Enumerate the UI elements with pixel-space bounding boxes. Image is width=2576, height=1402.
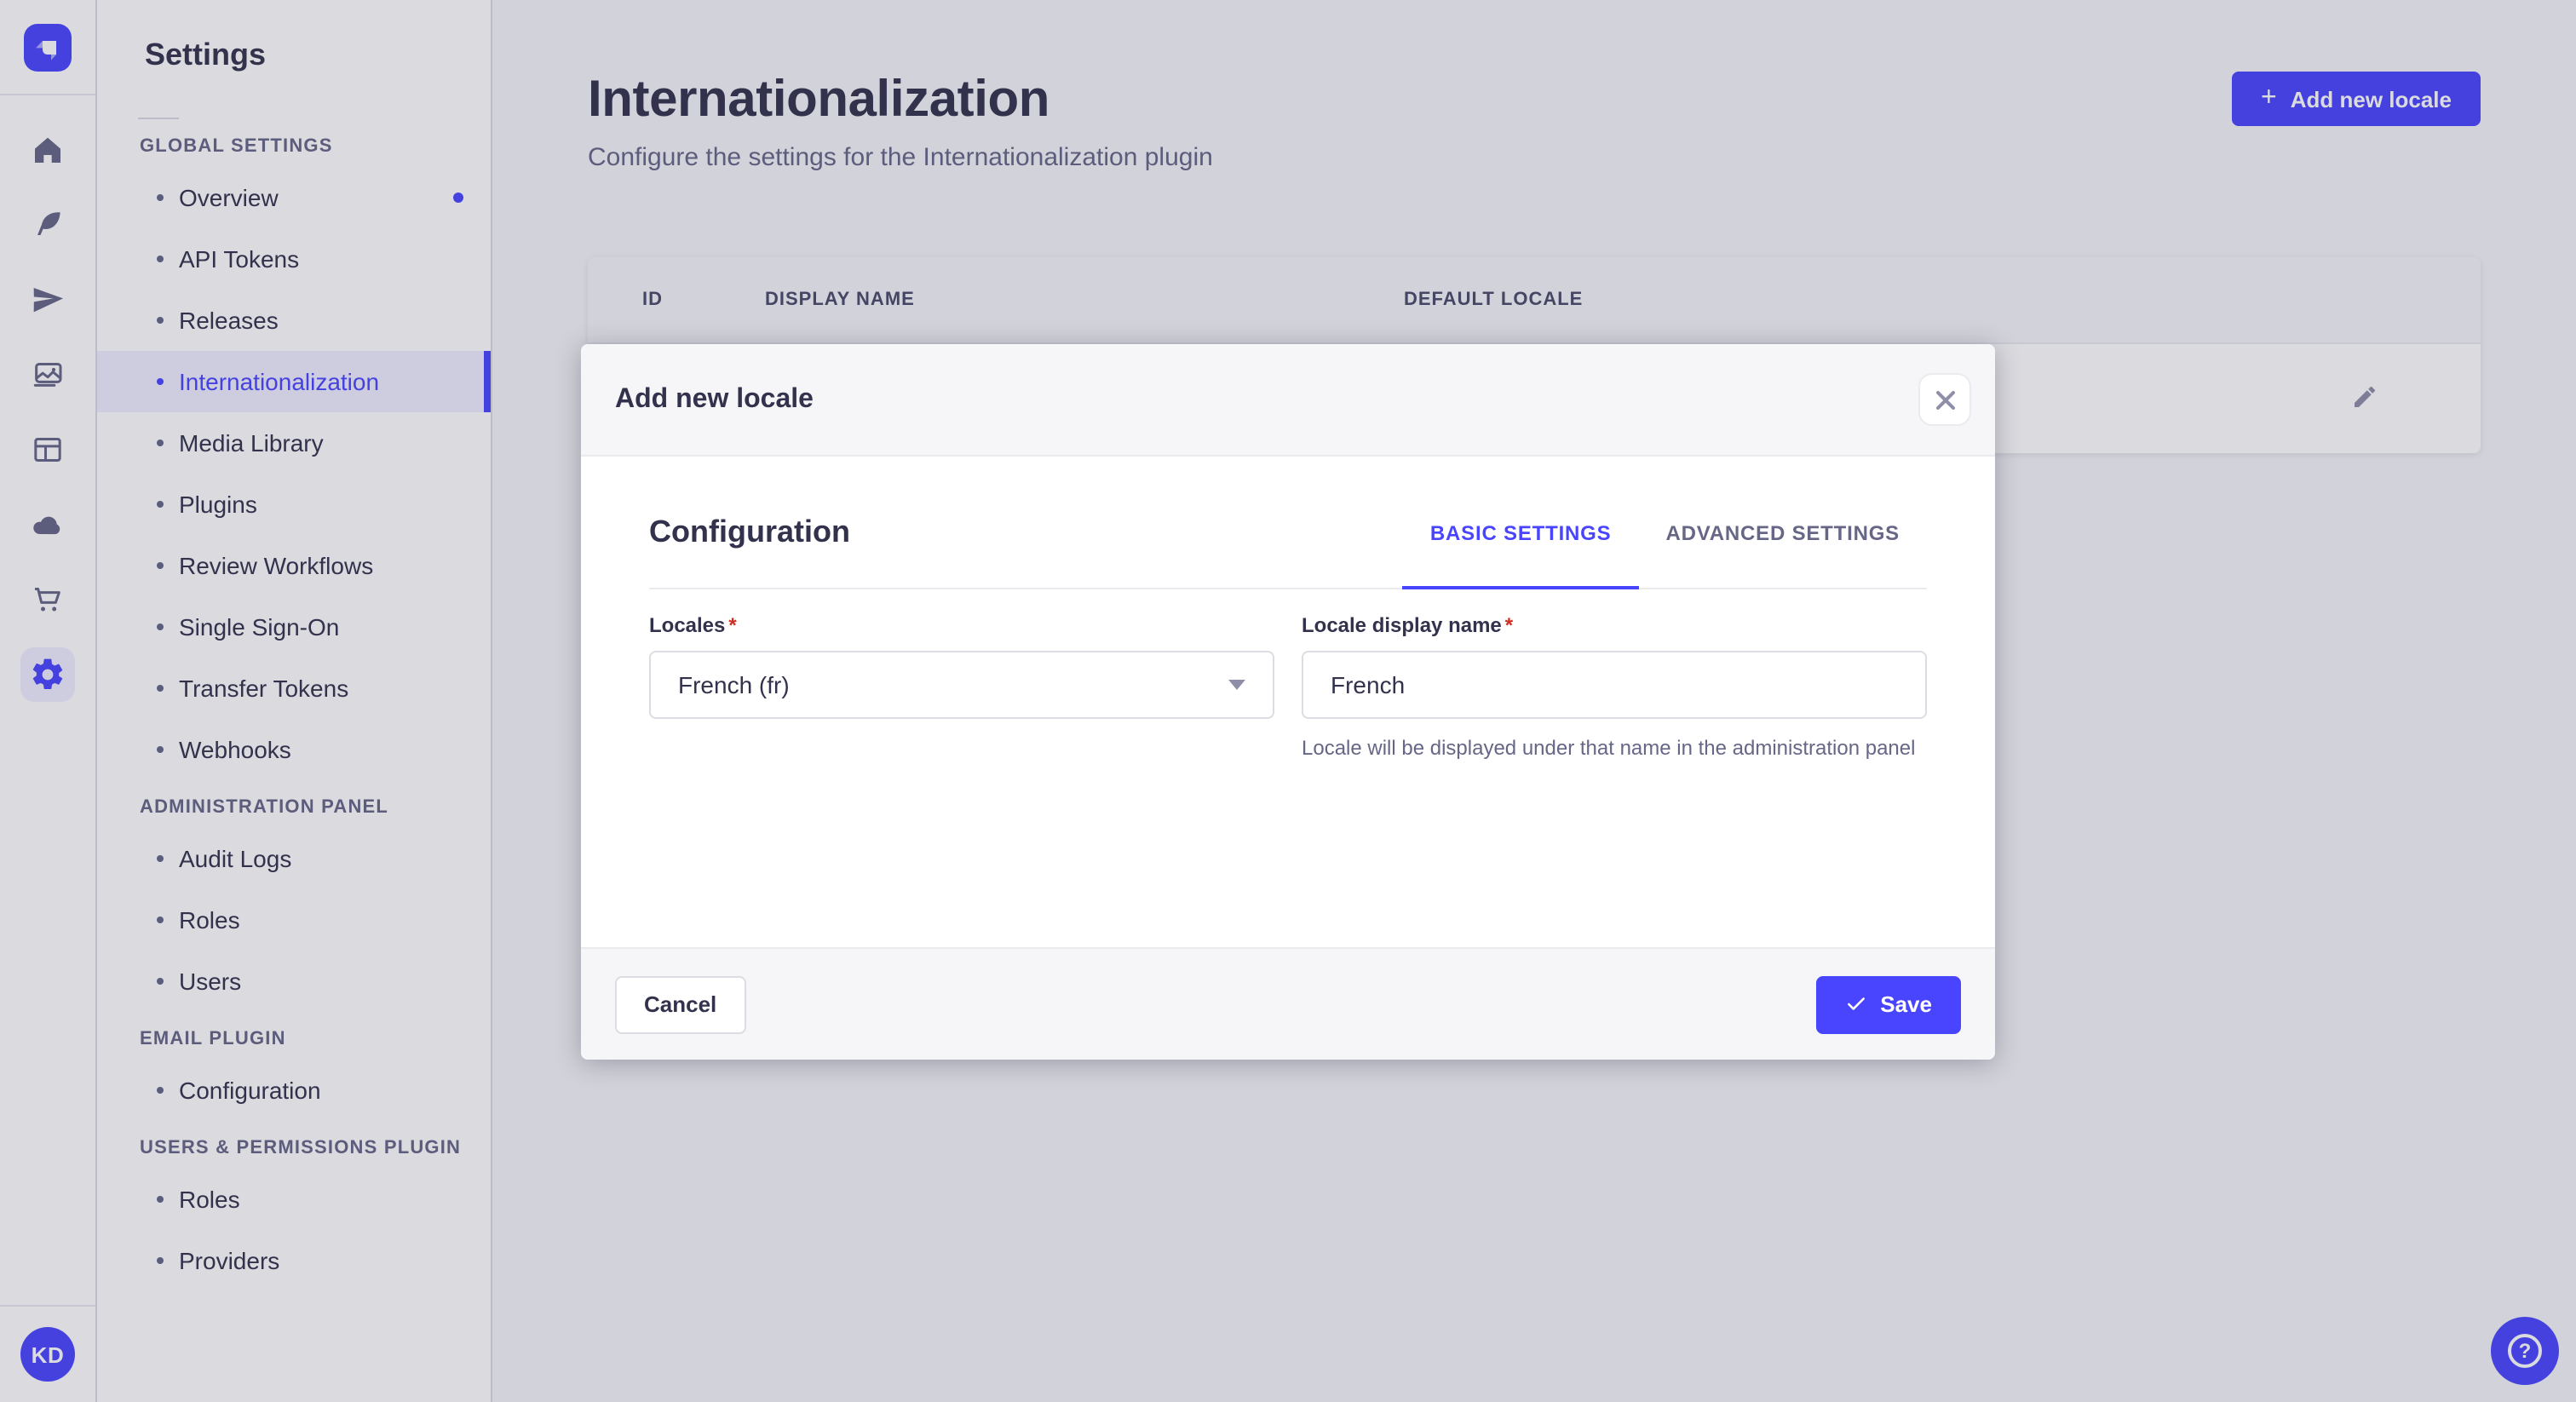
modal-body: Configuration BASIC SETTINGS ADVANCED SE… [581, 457, 1995, 947]
modal-section-title: Configuration [649, 514, 850, 549]
add-locale-modal: Add new locale Configuration BASIC SETTI… [581, 344, 1995, 1060]
tab-basic-settings[interactable]: BASIC SETTINGS [1402, 504, 1640, 589]
form-fields-row: Locales * French (fr) Locale display name… [649, 613, 1927, 763]
modal-title: Add new locale [615, 384, 814, 413]
settings-tabs: BASIC SETTINGS ADVANCED SETTINGS [1402, 504, 1927, 589]
display-name-input[interactable] [1302, 651, 1927, 719]
locales-field: Locales * French (fr) [649, 613, 1274, 763]
display-name-field: Locale display name* Locale will be disp… [1302, 613, 1927, 763]
tab-advanced-settings[interactable]: ADVANCED SETTINGS [1638, 504, 1927, 588]
chevron-down-icon [1228, 680, 1245, 690]
close-icon[interactable] [1918, 373, 1971, 426]
locales-select-value: French (fr) [678, 671, 790, 698]
modal-footer: Cancel Save [581, 947, 1995, 1060]
display-name-label: Locale display name * [1302, 613, 1514, 637]
locales-select[interactable]: French (fr) [649, 651, 1274, 719]
screen: KD Settings GLOBAL SETTINGS Overview API… [0, 0, 2576, 1402]
cancel-button[interactable]: Cancel [615, 975, 746, 1033]
check-icon [1847, 997, 1865, 1010]
configuration-header: Configuration BASIC SETTINGS ADVANCED SE… [649, 504, 1927, 589]
required-asterisk: * [1504, 613, 1514, 637]
save-label: Save [1880, 991, 1932, 1017]
display-name-hint: Locale will be displayed under that name… [1302, 736, 1916, 760]
required-asterisk: * [728, 613, 737, 637]
locales-label: Locales * [649, 613, 737, 637]
modal-header: Add new locale [581, 344, 1995, 457]
save-button[interactable]: Save [1815, 975, 1961, 1033]
